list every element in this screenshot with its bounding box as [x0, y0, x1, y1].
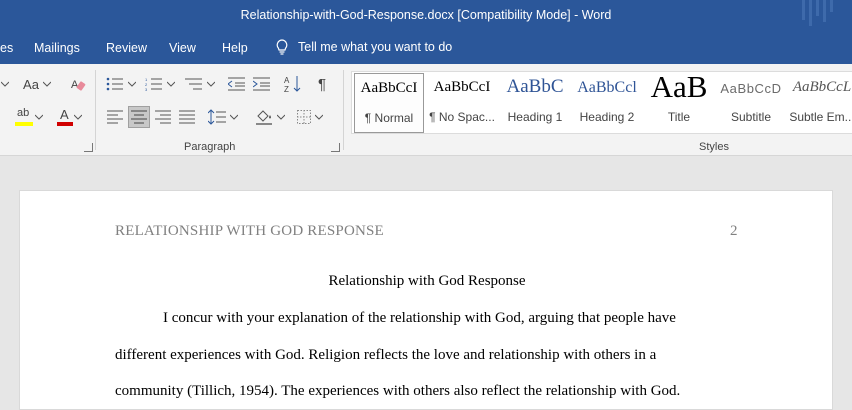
align-right-icon: [155, 110, 171, 124]
style-name: Heading 2: [579, 110, 635, 124]
style-name: Heading 1: [507, 110, 563, 124]
tell-me-placeholder: Tell me what you want to do: [298, 40, 453, 54]
styles-gallery: AaBbCcI ¶ Normal AaBbCcI ¶ No Spac... Aa…: [351, 69, 852, 134]
style-preview: AaBbCcI: [433, 79, 491, 95]
ribbon-tabs: es Mailings Review View Help Tell me wha…: [0, 32, 852, 64]
running-head: RELATIONSHIP WITH GOD RESPONSE: [115, 223, 384, 239]
window-title: Relationship-with-God-Response.docx [Com…: [240, 8, 612, 22]
change-case-label: Aa: [23, 76, 39, 92]
align-center-icon: [131, 110, 147, 124]
style-name: Title: [667, 110, 691, 124]
style-name: Subtitle: [730, 110, 772, 124]
decrease-indent-icon: [228, 77, 245, 91]
line-spacing-button[interactable]: [206, 106, 240, 128]
style-heading-1[interactable]: AaBbC Heading 1: [500, 73, 570, 133]
align-left-button[interactable]: [104, 106, 126, 128]
tab-help[interactable]: Help: [222, 41, 248, 55]
line-spacing-icon: [208, 109, 226, 125]
sort-button[interactable]: AZ: [282, 73, 304, 95]
body-line: different experiences with God. Religion…: [115, 347, 657, 363]
title-bar-decoration: [802, 0, 833, 26]
multilevel-list-icon: [185, 78, 202, 90]
document-canvas[interactable]: RELATIONSHIP WITH GOD RESPONSE 2 Relatio…: [0, 157, 852, 410]
font-color-button[interactable]: A: [52, 106, 86, 128]
tab-view[interactable]: View: [169, 41, 196, 55]
page-number: 2: [730, 223, 738, 239]
center-button[interactable]: [128, 106, 150, 128]
align-left-icon: [107, 110, 123, 124]
tab-references[interactable]: es: [0, 41, 13, 55]
style-subtle-emphasis[interactable]: AaBbCcL Subtle Em...: [788, 73, 852, 133]
styles-group-label: Styles: [699, 141, 729, 153]
highlighter-icon: ab: [15, 107, 35, 127]
title-bar: Relationship-with-God-Response.docx [Com…: [0, 0, 852, 32]
bullets-button[interactable]: [104, 73, 138, 95]
font-size-dropdown-icon[interactable]: [0, 73, 10, 95]
svg-text:3: 3: [145, 87, 148, 91]
change-case-button[interactable]: Aa: [22, 73, 52, 95]
clear-formatting-button[interactable]: A: [68, 73, 88, 95]
svg-text:A: A: [284, 76, 290, 85]
style-name: Subtle Em...: [789, 110, 852, 124]
style-preview: AaBbCcL: [792, 79, 852, 95]
group-separator: [95, 70, 96, 150]
style-preview: AaBbCcD: [720, 81, 782, 96]
show-formatting-marks-button[interactable]: ¶: [312, 73, 332, 95]
increase-indent-button[interactable]: [251, 73, 273, 95]
style-preview: AaBbCcI: [360, 80, 418, 96]
numbered-list-icon: 1 2 3: [145, 77, 162, 91]
chevron-down-icon: [167, 81, 175, 87]
ribbon: Aa A ab A 1 2 3 A Z ¶ Paragraph AaBbCcI …: [0, 64, 852, 156]
style-subtitle[interactable]: AaBbCcD Subtitle: [716, 73, 786, 133]
pilcrow-icon: ¶: [317, 75, 327, 93]
svg-text:Z: Z: [284, 85, 289, 93]
align-right-button[interactable]: [152, 106, 174, 128]
sort-icon: AZ: [284, 76, 301, 93]
multilevel-list-button[interactable]: [183, 73, 217, 95]
style-normal[interactable]: AaBbCcI ¶ Normal: [354, 73, 424, 133]
justify-button[interactable]: [176, 106, 198, 128]
style-no-spacing[interactable]: AaBbCcI ¶ No Spac...: [426, 73, 498, 133]
paint-bucket-icon: [256, 110, 272, 125]
font-dialog-launcher[interactable]: [84, 143, 93, 152]
borders-icon: [297, 110, 311, 124]
bullet-list-icon: [106, 77, 123, 91]
tell-me-box[interactable]: Tell me what you want to do: [276, 39, 452, 55]
chevron-down-icon: [42, 81, 51, 87]
tab-review[interactable]: Review: [106, 41, 147, 55]
shading-button[interactable]: [253, 106, 287, 128]
font-color-icon: A: [56, 107, 74, 127]
group-separator: [343, 70, 344, 150]
style-heading-2[interactable]: AaBbCcl Heading 2: [572, 73, 642, 133]
style-preview: AaBbC: [506, 76, 564, 97]
chevron-down-icon: [277, 114, 285, 120]
text-highlight-color-button[interactable]: ab: [12, 106, 46, 128]
style-name: ¶ No Spac...: [429, 110, 495, 124]
chevron-down-icon: [74, 114, 82, 120]
paragraph-dialog-launcher[interactable]: [331, 143, 340, 152]
chevron-down-icon: [35, 114, 43, 120]
chevron-down-icon: [315, 114, 323, 120]
document-page[interactable]: RELATIONSHIP WITH GOD RESPONSE 2 Relatio…: [19, 190, 833, 410]
tab-mailings[interactable]: Mailings: [34, 41, 80, 55]
eraser-icon: A: [71, 79, 86, 91]
body-line: community (Tillich, 1954). The experienc…: [115, 383, 681, 399]
paragraph-group-label: Paragraph: [184, 141, 236, 153]
numbering-button[interactable]: 1 2 3: [143, 73, 177, 95]
style-preview: AaB: [650, 69, 708, 104]
svg-text:A: A: [71, 79, 79, 91]
chevron-down-icon: [230, 114, 238, 120]
document-title: Relationship with God Response: [328, 273, 526, 289]
justify-icon: [179, 110, 195, 124]
body-line: I concur with your explanation of the re…: [163, 310, 676, 326]
borders-button[interactable]: [293, 106, 327, 128]
chevron-down-icon: [128, 81, 136, 87]
decrease-indent-button[interactable]: [226, 73, 248, 95]
increase-indent-icon: [253, 77, 270, 91]
chevron-down-icon: [207, 81, 215, 87]
lightbulb-icon: [276, 39, 288, 55]
style-name: ¶ Normal: [364, 111, 414, 125]
style-title[interactable]: AaB Title: [644, 69, 714, 133]
style-preview: AaBbCcl: [577, 79, 637, 96]
